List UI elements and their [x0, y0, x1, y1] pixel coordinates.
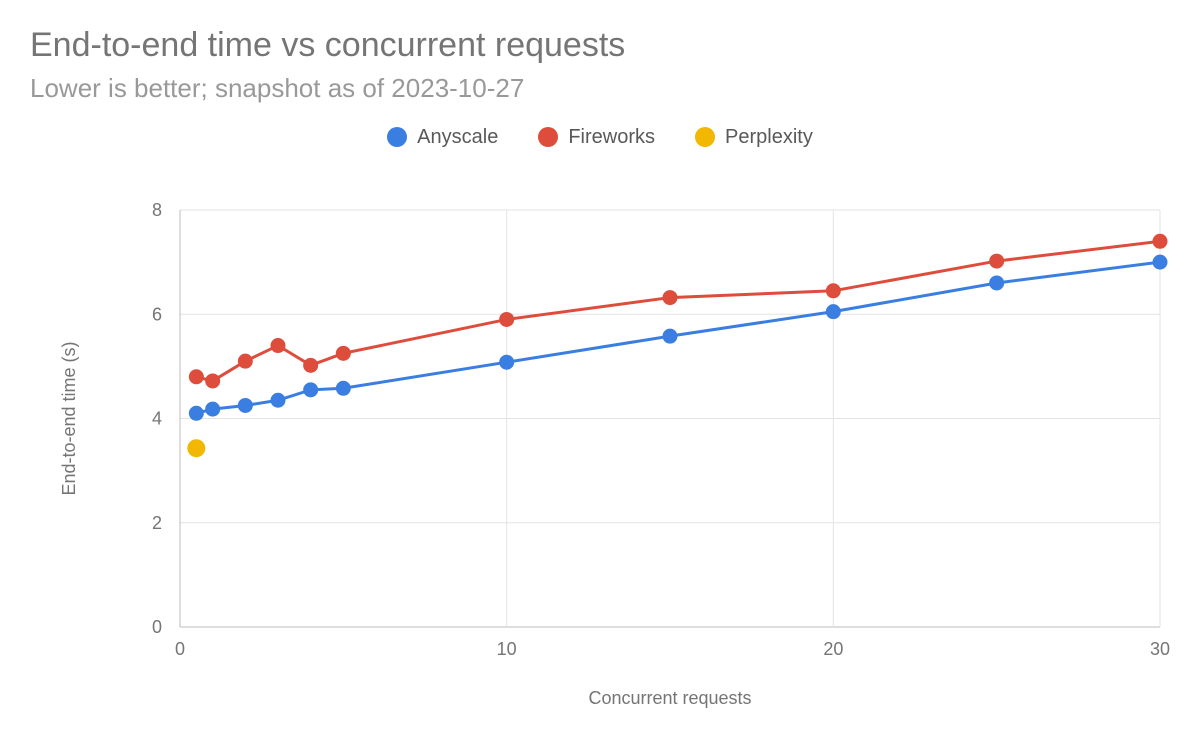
svg-text:30: 30 [1150, 639, 1170, 659]
svg-text:2: 2 [152, 513, 162, 533]
svg-text:0: 0 [152, 617, 162, 637]
legend-item-perplexity: Perplexity [695, 126, 813, 149]
chart-container: End-to-end time vs concurrent requests L… [0, 0, 1200, 742]
chart-svg: 0 2 4 6 8 0 10 20 30 Concurrent requests End-to-en… [30, 200, 1170, 722]
svg-text:20: 20 [823, 639, 843, 659]
chart-subtitle: Lower is better; snapshot as of 2023-10-… [30, 73, 1170, 104]
legend: Anyscale Fireworks Perplexity [30, 126, 1170, 149]
svg-text:8: 8 [152, 200, 162, 220]
legend-swatch-anyscale [387, 127, 407, 147]
legend-item-fireworks: Fireworks [538, 126, 655, 149]
legend-swatch-perplexity [695, 127, 715, 147]
svg-text:4: 4 [152, 409, 162, 429]
legend-label-anyscale: Anyscale [417, 126, 498, 149]
svg-text:0: 0 [175, 639, 185, 659]
svg-text:End-to-end time (s): End-to-end time (s) [59, 341, 79, 495]
legend-item-anyscale: Anyscale [387, 126, 498, 149]
legend-swatch-fireworks [538, 127, 558, 147]
plot-area: 0 2 4 6 8 0 10 20 30 Concurrent requests End-to-en… [30, 200, 1170, 722]
svg-text:Concurrent requests: Concurrent requests [588, 688, 751, 708]
legend-label-fireworks: Fireworks [568, 126, 655, 149]
svg-text:10: 10 [497, 639, 517, 659]
chart-title: End-to-end time vs concurrent requests [30, 24, 1170, 67]
svg-text:6: 6 [152, 304, 162, 324]
legend-label-perplexity: Perplexity [725, 126, 813, 149]
